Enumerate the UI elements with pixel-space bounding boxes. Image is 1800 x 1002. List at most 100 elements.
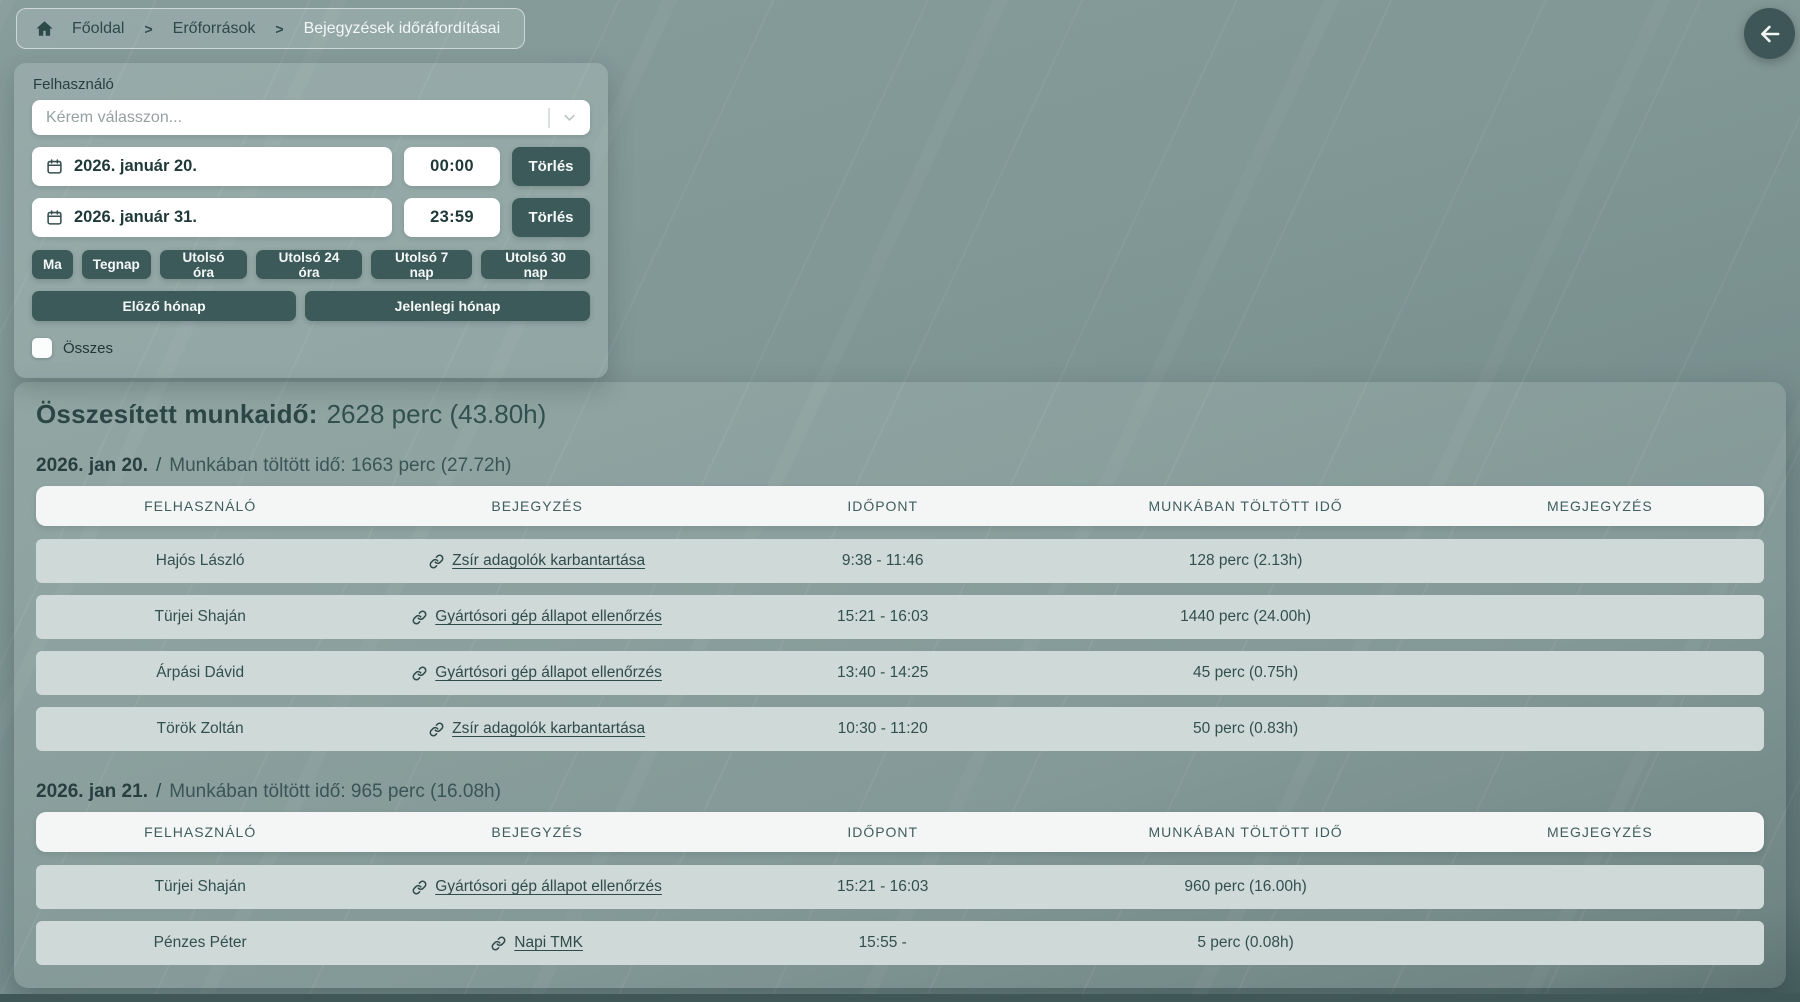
group-date: 2026. jan 20. (36, 455, 148, 477)
chevron-down-icon (561, 109, 578, 126)
column-header: MEGJEGYZÉS (1436, 498, 1764, 514)
quick-range-button[interactable]: Utolsó óra (160, 250, 247, 279)
group-work-label: Munkában töltött idő: 965 perc (16.08h) (169, 781, 501, 803)
entry-link[interactable]: Zsír adagolók karbantartása (452, 552, 645, 570)
user-cell: Türjei Shaján (36, 878, 364, 896)
quick-range-button[interactable]: Utolsó 30 nap (481, 250, 590, 279)
group-separator: / (156, 781, 161, 803)
table-row: Török Zoltán Zsír adagolók karbantartása… (36, 707, 1764, 751)
column-header: FELHASZNÁLÓ (36, 498, 364, 514)
time-to-value: 23:59 (430, 208, 474, 227)
home-icon[interactable] (35, 19, 54, 38)
bottom-band (0, 994, 1800, 1002)
results-card: Összesített munkaidő: 2628 perc (43.80h)… (14, 382, 1786, 988)
time-from-input[interactable]: 00:00 (404, 147, 500, 186)
select-divider (548, 108, 550, 128)
column-header: IDŐPONT (710, 824, 1056, 840)
prev-month-button[interactable]: Előző hónap (32, 291, 296, 321)
group-section: 2026. jan 20. / Munkában töltött idő: 16… (36, 455, 1764, 751)
time-cell: 15:55 - (710, 934, 1056, 952)
column-header: MUNKÁBAN TÖLTÖTT IDŐ (1056, 498, 1436, 514)
entry-link[interactable]: Gyártósori gép állapot ellenőrzés (435, 664, 662, 682)
entry-link[interactable]: Zsír adagolók karbantartása (452, 720, 645, 738)
column-header: FELHASZNÁLÓ (36, 824, 364, 840)
clear-to-button[interactable]: Törlés (512, 198, 590, 237)
group-date: 2026. jan 21. (36, 781, 148, 803)
breadcrumb-item[interactable]: Erőforrások (173, 20, 256, 38)
breadcrumb-items: Főoldal > Erőforrások > Bejegyzések időráfor… (72, 20, 500, 38)
link-icon (491, 936, 506, 951)
table-header-row: FELHASZNÁLÓBEJEGYZÉSIDŐPONTMUNKÁBAN TÖLT… (36, 812, 1764, 852)
column-header: MEGJEGYZÉS (1436, 824, 1764, 840)
entry-link[interactable]: Napi TMK (514, 934, 583, 952)
user-select-placeholder: Kérem válasszon... (46, 109, 548, 127)
breadcrumb-item[interactable]: Főoldal (72, 20, 124, 38)
quick-range-button[interactable]: Utolsó 7 nap (371, 250, 472, 279)
quick-range-button[interactable]: Ma (32, 250, 73, 279)
month-buttons: Előző hónap Jelenlegi hónap (32, 291, 590, 321)
entry-cell: Zsír adagolók karbantartása (364, 720, 710, 738)
breadcrumb-separator: > (144, 21, 152, 37)
entry-cell: Gyártósori gép állapot ellenőrzés (364, 878, 710, 896)
entry-cell: Gyártósori gép állapot ellenőrzés (364, 664, 710, 682)
summary-title: Összesített munkaidő: (36, 399, 318, 430)
user-select[interactable]: Kérem válasszon... (32, 100, 590, 135)
group-separator: / (156, 455, 161, 477)
date-to-row: 2026. január 31. 23:59 Törlés (32, 198, 590, 237)
summary: Összesített munkaidő: 2628 perc (43.80h) (36, 399, 1764, 430)
column-header: IDŐPONT (710, 498, 1056, 514)
quick-range-button[interactable]: Utolsó 24 óra (256, 250, 362, 279)
time-cell: 15:21 - 16:03 (710, 608, 1056, 626)
column-header: BEJEGYZÉS (364, 498, 710, 514)
link-icon (429, 722, 444, 737)
time-cell: 9:38 - 11:46 (710, 552, 1056, 570)
table-row: Hajós László Zsír adagolók karbantartása… (36, 539, 1764, 583)
date-from-row: 2026. január 20. 00:00 Törlés (32, 147, 590, 186)
date-to-input[interactable]: 2026. január 31. (32, 198, 392, 237)
column-header: MUNKÁBAN TÖLTÖTT IDŐ (1056, 824, 1436, 840)
breadcrumb-separator: > (275, 21, 283, 37)
entry-cell: Napi TMK (364, 934, 710, 952)
all-checkbox-label: Összes (63, 340, 113, 357)
breadcrumb-item: Bejegyzések időráfordításai (304, 20, 501, 38)
back-button[interactable] (1744, 8, 1795, 59)
entry-link[interactable]: Gyártósori gép állapot ellenőrzés (435, 608, 662, 626)
work-time-cell: 128 perc (2.13h) (1056, 552, 1436, 570)
time-cell: 15:21 - 16:03 (710, 878, 1056, 896)
user-cell: Török Zoltán (36, 720, 364, 738)
work-time-cell: 45 perc (0.75h) (1056, 664, 1436, 682)
breadcrumb: Főoldal > Erőforrások > Bejegyzések időráfor… (16, 8, 525, 49)
date-to-value: 2026. január 31. (74, 208, 197, 227)
arrow-left-icon (1757, 21, 1783, 47)
time-to-input[interactable]: 23:59 (404, 198, 500, 237)
time-cell: 13:40 - 14:25 (710, 664, 1056, 682)
user-label: Felhasználó (33, 76, 590, 93)
entry-link[interactable]: Gyártósori gép állapot ellenőrzés (435, 878, 662, 896)
link-icon (412, 880, 427, 895)
work-time-cell: 50 perc (0.83h) (1056, 720, 1436, 738)
table-body: Hajós László Zsír adagolók karbantartása… (36, 539, 1764, 751)
user-cell: Pénzes Péter (36, 934, 364, 952)
calendar-icon (46, 158, 63, 175)
table-body: Türjei Shaján Gyártósori gép állapot ell… (36, 865, 1764, 965)
user-cell: Hajós László (36, 552, 364, 570)
date-from-input[interactable]: 2026. január 20. (32, 147, 392, 186)
page: Főoldal > Erőforrások > Bejegyzések időráfor… (0, 0, 1800, 1002)
date-from-value: 2026. január 20. (74, 157, 197, 176)
work-time-cell: 1440 perc (24.00h) (1056, 608, 1436, 626)
group-header: 2026. jan 20. / Munkában töltött idő: 16… (36, 455, 1764, 477)
group-section: 2026. jan 21. / Munkában töltött idő: 96… (36, 781, 1764, 965)
quick-range-button[interactable]: Tegnap (82, 250, 151, 279)
all-checkbox-row: Összes (32, 338, 590, 358)
work-time-cell: 5 perc (0.08h) (1056, 934, 1436, 952)
table-row: Türjei Shaján Gyártósori gép állapot ell… (36, 595, 1764, 639)
table-header-row: FELHASZNÁLÓBEJEGYZÉSIDŐPONTMUNKÁBAN TÖLT… (36, 486, 1764, 526)
clear-from-button[interactable]: Törlés (512, 147, 590, 186)
current-month-button[interactable]: Jelenlegi hónap (305, 291, 590, 321)
calendar-icon (46, 209, 63, 226)
all-checkbox[interactable] (32, 338, 52, 358)
link-icon (412, 610, 427, 625)
entry-cell: Gyártósori gép állapot ellenőrzés (364, 608, 710, 626)
group-header: 2026. jan 21. / Munkában töltött idő: 96… (36, 781, 1764, 803)
table-row: Türjei Shaján Gyártósori gép állapot ell… (36, 865, 1764, 909)
